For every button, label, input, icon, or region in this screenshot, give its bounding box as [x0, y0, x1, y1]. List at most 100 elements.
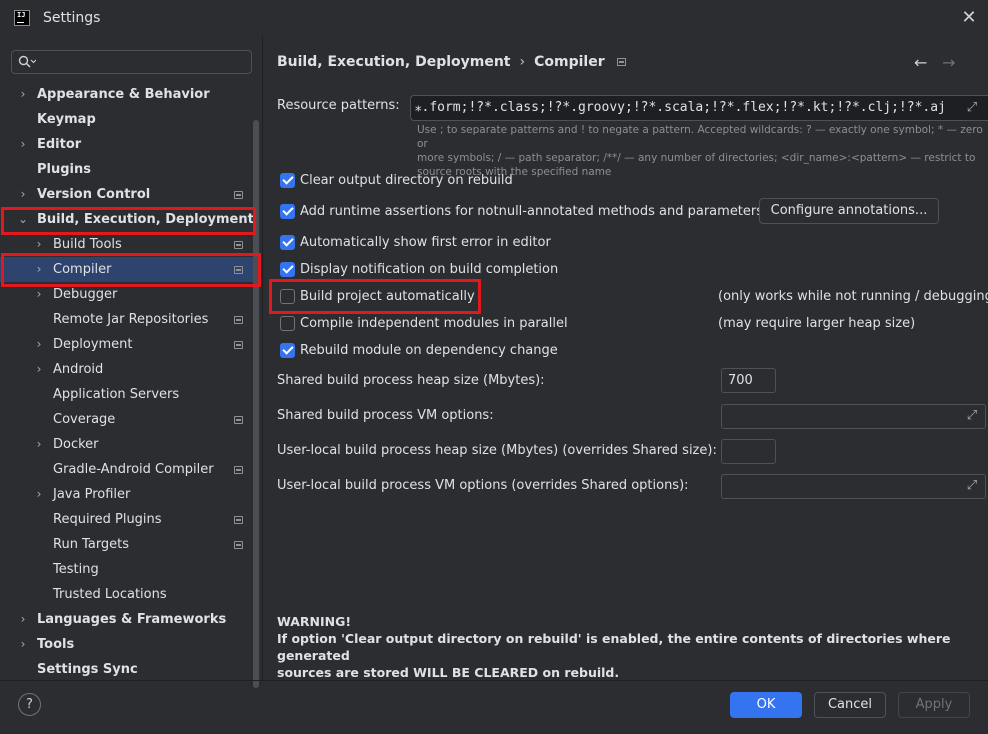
forward-arrow-icon[interactable]: →: [942, 53, 955, 72]
checkbox-checked[interactable]: [280, 262, 295, 277]
sidebar-item-label: Tools: [37, 637, 75, 652]
project-level-icon: [234, 316, 243, 324]
warning-text: WARNING! If option 'Clear output directo…: [277, 613, 977, 681]
intellij-logo-icon: IJ: [14, 10, 30, 26]
breadcrumb: Build, Execution, Deployment › Compiler: [277, 54, 626, 70]
sidebar-item-label: Android: [53, 362, 104, 377]
sidebar-item-label: Version Control: [37, 187, 151, 202]
breadcrumb-parent[interactable]: Build, Execution, Deployment: [277, 54, 511, 70]
checkbox-unchecked[interactable]: [280, 316, 295, 331]
sidebar-item-languages-frameworks[interactable]: › Languages & Frameworks: [0, 607, 256, 632]
chevron-right-icon[interactable]: ›: [17, 607, 29, 632]
configure-annotations-button[interactable]: Configure annotations...: [759, 198, 939, 224]
sidebar-item-label: Plugins: [37, 162, 91, 177]
heap-size-label: Shared build process heap size (Mbytes):: [277, 373, 545, 388]
sidebar-item-label: Run Targets: [53, 537, 130, 552]
window-title: Settings: [43, 10, 101, 26]
sidebar-item-tools[interactable]: › Tools: [0, 632, 256, 657]
breadcrumb-separator: ›: [519, 54, 526, 70]
expand-icon[interactable]: ⤢: [965, 409, 979, 423]
local-vm-options-label: User-local build process VM options (ove…: [277, 478, 689, 493]
footer-divider: [0, 680, 988, 681]
expand-icon[interactable]: ⤢: [965, 479, 979, 493]
sidebar-item-docker[interactable]: › Docker: [0, 432, 256, 457]
checkbox-label: Display notification on build completion: [300, 262, 559, 277]
sidebar-item-keymap[interactable]: Keymap: [0, 107, 256, 132]
heap-size-input[interactable]: 700: [721, 368, 776, 393]
sidebar-item-editor[interactable]: › Editor: [0, 132, 256, 157]
sidebar-item-required-plugins[interactable]: Required Plugins: [0, 507, 256, 532]
sidebar-item-appearance-behavior[interactable]: › Appearance & Behavior: [0, 82, 256, 107]
sidebar-item-java-profiler[interactable]: › Java Profiler: [0, 482, 256, 507]
sidebar-item-label: Appearance & Behavior: [37, 87, 210, 102]
sidebar-item-application-servers[interactable]: Application Servers: [0, 382, 256, 407]
chevron-right-icon[interactable]: ›: [17, 132, 29, 157]
project-level-icon: [234, 516, 243, 524]
warning-title: WARNING!: [277, 614, 352, 629]
chevron-right-icon[interactable]: ›: [33, 357, 45, 382]
warning-line: If option 'Clear output directory on reb…: [277, 631, 951, 663]
title-bar: IJ Settings ✕: [0, 0, 988, 36]
chevron-right-icon[interactable]: ›: [17, 82, 29, 107]
sidebar-item-label: Gradle-Android Compiler: [53, 462, 214, 477]
local-heap-size-label: User-local build process heap size (Mbyt…: [277, 443, 717, 458]
checkbox-checked[interactable]: [280, 173, 295, 188]
sidebar-item-label: Remote Jar Repositories: [53, 312, 209, 327]
local-heap-size-input[interactable]: [721, 439, 776, 464]
compile-parallel-note: (may require larger heap size): [718, 316, 916, 331]
sidebar-item-remote-jar-repositories[interactable]: Remote Jar Repositories: [0, 307, 256, 332]
sidebar-item-version-control[interactable]: › Version Control: [0, 182, 256, 207]
sidebar-item-label: Docker: [53, 437, 99, 452]
search-input[interactable]: [11, 50, 252, 74]
vm-options-input[interactable]: ⤢: [721, 404, 986, 429]
ok-button[interactable]: OK: [730, 692, 802, 718]
heap-size-value: 700: [728, 373, 753, 388]
checkbox-checked[interactable]: [280, 204, 295, 219]
help-icon[interactable]: ?: [18, 693, 41, 716]
sidebar-item-label: Testing: [53, 562, 99, 577]
sidebar-item-label: Java Profiler: [53, 487, 131, 502]
sidebar-item-trusted-locations[interactable]: Trusted Locations: [0, 582, 256, 607]
warning-line: sources are stored WILL BE CLEARED on re…: [277, 665, 620, 680]
expand-icon[interactable]: ⤢: [965, 101, 979, 115]
chevron-right-icon[interactable]: ›: [33, 332, 45, 357]
cancel-button[interactable]: Cancel: [814, 692, 886, 718]
back-arrow-icon[interactable]: ←: [914, 53, 927, 72]
sidebar-item-gradle-android-compiler[interactable]: Gradle-Android Compiler: [0, 457, 256, 482]
sidebar-item-label: Deployment: [53, 337, 133, 352]
sidebar-item-run-targets[interactable]: Run Targets: [0, 532, 256, 557]
sidebar-item-android[interactable]: › Android: [0, 357, 256, 382]
apply-button[interactable]: Apply: [898, 692, 970, 718]
chevron-right-icon[interactable]: ›: [17, 182, 29, 207]
resource-patterns-label: Resource patterns:: [277, 98, 400, 113]
sidebar-item-plugins[interactable]: Plugins: [0, 157, 256, 182]
settings-sidebar: › Appearance & Behavior Keymap › Editor …: [0, 36, 262, 688]
sidebar-item-label: Application Servers: [53, 387, 180, 402]
checkbox-label: Clear output directory on rebuild: [300, 173, 513, 188]
resource-patterns-input[interactable]: ⁎.form;!?*.class;!?*.groovy;!?*.scala;!?…: [410, 95, 988, 121]
sidebar-item-label: Settings Sync: [37, 662, 138, 677]
hint-line: Use ; to separate patterns and ! to nega…: [417, 124, 983, 150]
sidebar-item-label: Editor: [37, 137, 82, 152]
sidebar-item-coverage[interactable]: Coverage: [0, 407, 256, 432]
resource-patterns-value: ⁎.form;!?*.class;!?*.groovy;!?*.scala;!?…: [415, 100, 946, 115]
highlight-box-build-automatically: [269, 279, 481, 314]
sidebar-item-deployment[interactable]: › Deployment: [0, 332, 256, 357]
checkbox-label: Automatically show first error in editor: [300, 235, 551, 250]
chevron-right-icon[interactable]: ›: [33, 482, 45, 507]
close-icon[interactable]: ✕: [958, 7, 980, 29]
sidebar-item-settings-sync[interactable]: Settings Sync: [0, 657, 256, 682]
chevron-right-icon[interactable]: ›: [17, 632, 29, 657]
checkbox-checked[interactable]: [280, 343, 295, 358]
sidebar-scrollbar[interactable]: [253, 120, 259, 688]
checkbox-checked[interactable]: [280, 235, 295, 250]
project-level-icon: [234, 341, 243, 349]
project-level-icon: [234, 541, 243, 549]
sidebar-item-label: Coverage: [53, 412, 116, 427]
panel-divider: [262, 36, 263, 680]
local-vm-options-input[interactable]: ⤢: [721, 474, 986, 499]
sidebar-item-label: Trusted Locations: [53, 587, 167, 602]
chevron-right-icon[interactable]: ›: [33, 432, 45, 457]
sidebar-item-testing[interactable]: Testing: [0, 557, 256, 582]
hint-line: more symbols; / — path separator; /**/ —…: [417, 152, 976, 164]
